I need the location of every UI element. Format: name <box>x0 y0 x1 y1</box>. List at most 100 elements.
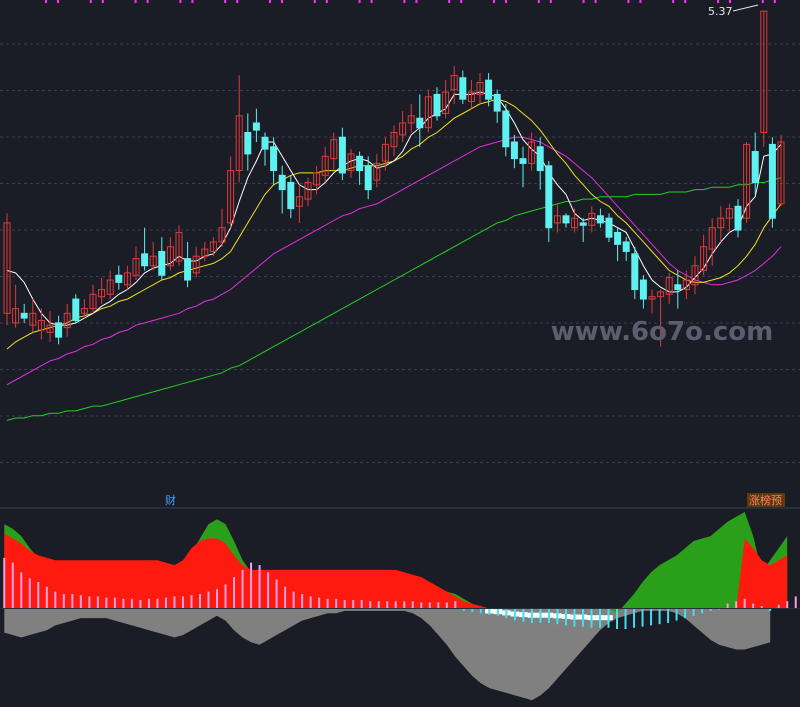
candle <box>381 137 389 171</box>
top-marker <box>370 0 373 3</box>
chart-canvas: www.6o7o.com 5.37 财 涨榜预 <box>0 0 800 701</box>
candle <box>29 299 37 333</box>
candle <box>725 203 733 233</box>
top-marker <box>236 0 239 3</box>
candle <box>89 284 97 314</box>
candle-body <box>485 79 493 100</box>
candle-body <box>674 284 682 291</box>
candle <box>244 113 252 171</box>
candle <box>579 218 587 242</box>
candle <box>261 132 269 166</box>
top-marker <box>403 0 406 3</box>
top-marker <box>505 0 507 3</box>
candle <box>20 303 28 323</box>
candle-body <box>270 146 278 172</box>
stock-chart: www.6o7o.com 5.37 财 涨榜预 <box>0 0 800 707</box>
candle <box>648 289 656 314</box>
candle-body <box>596 215 604 224</box>
candle <box>175 225 183 266</box>
candle-body <box>433 93 441 117</box>
candle <box>476 73 484 104</box>
candle-body <box>338 136 346 174</box>
ma20-line <box>6 136 782 386</box>
candle <box>622 237 630 261</box>
candle <box>571 208 579 233</box>
top-marker <box>594 0 597 3</box>
top-marker <box>358 0 361 3</box>
candle <box>149 241 157 271</box>
high-price-label: 5.37 <box>708 5 733 18</box>
candle <box>63 303 71 338</box>
candle <box>528 132 536 171</box>
top-marker <box>493 0 495 3</box>
candle <box>614 227 622 261</box>
candle <box>209 237 217 257</box>
top-marker <box>224 0 227 3</box>
candle-body <box>115 274 123 283</box>
candle <box>493 89 501 123</box>
candle-body <box>184 258 192 281</box>
candle <box>347 149 355 178</box>
top-marker <box>191 0 194 3</box>
top-marker <box>281 0 283 3</box>
candle-body <box>622 241 630 252</box>
candle-body <box>493 93 501 112</box>
candle-body <box>20 312 28 319</box>
candle <box>768 137 776 228</box>
candle <box>132 246 140 281</box>
candles <box>3 10 785 347</box>
candle <box>760 10 768 147</box>
candle <box>373 153 381 188</box>
top-marker <box>773 0 776 3</box>
candle <box>158 237 166 281</box>
candle-body <box>356 155 364 172</box>
candle <box>777 134 785 207</box>
candle <box>639 275 647 309</box>
top-marker <box>537 0 540 3</box>
candle <box>356 151 364 185</box>
candle <box>184 241 192 288</box>
candle <box>55 315 63 345</box>
candle-body <box>768 143 776 219</box>
candle <box>304 177 312 207</box>
candle <box>424 89 432 133</box>
top-marker <box>761 0 764 3</box>
candle <box>502 103 510 157</box>
candle-body <box>639 279 647 300</box>
top-marker <box>45 0 47 3</box>
candle-body <box>579 222 587 226</box>
candle <box>519 146 527 188</box>
candle-body <box>536 146 544 172</box>
candle <box>295 184 303 223</box>
top-marker <box>325 0 328 3</box>
high-price-arrow <box>732 4 759 12</box>
candle <box>708 218 716 266</box>
candle-body <box>252 122 260 131</box>
candle <box>536 137 544 190</box>
top-marker <box>672 0 675 3</box>
label-right: 涨榜预 <box>749 493 782 507</box>
candle-body <box>751 151 759 183</box>
candle <box>37 308 45 340</box>
candle-body <box>278 174 286 191</box>
candle <box>734 199 742 238</box>
ma60-path <box>6 177 782 421</box>
candle <box>227 156 235 228</box>
top-marker <box>101 0 104 3</box>
candle <box>330 132 338 171</box>
candle <box>106 270 114 300</box>
top-marker <box>582 0 585 3</box>
top-marker <box>269 0 271 3</box>
candle <box>12 284 20 328</box>
candle-body <box>605 217 613 238</box>
ma20-path <box>6 136 782 386</box>
candle <box>665 272 673 304</box>
main-grid <box>0 43 800 463</box>
candle <box>278 165 286 214</box>
candle <box>700 234 708 276</box>
top-marker <box>639 0 642 3</box>
candle <box>287 175 295 219</box>
top-marker <box>549 0 552 3</box>
candle-body <box>545 165 553 229</box>
candle-body <box>459 77 467 100</box>
